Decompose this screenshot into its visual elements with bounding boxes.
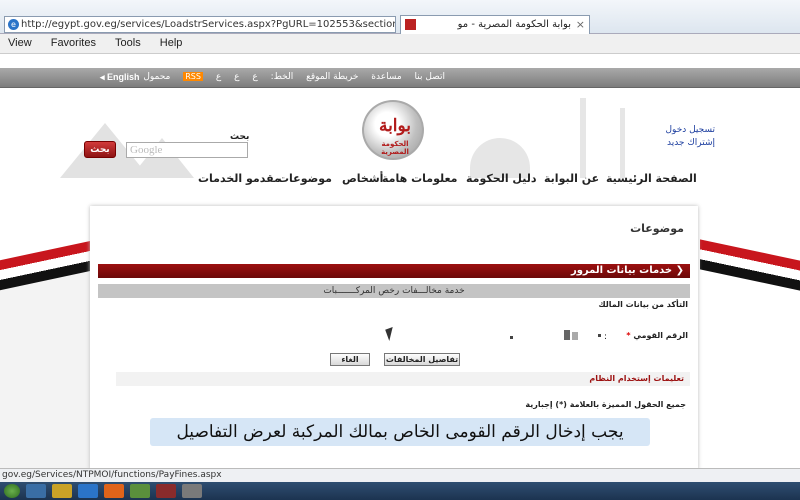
nav-gov-directory[interactable]: دليل الحكومة (466, 172, 537, 185)
search-button[interactable]: بحث (84, 141, 116, 158)
app-task-icon[interactable] (130, 484, 150, 498)
nav-important-info[interactable]: معلومات هامة (382, 172, 457, 185)
logo-text: بوابة (378, 116, 412, 136)
verify-owner-heading: التأكد من بيانات المالك (598, 300, 688, 309)
sitemap-link[interactable]: خريطة الموقع (306, 72, 358, 82)
page-title: موضوعات (630, 222, 684, 235)
left-decoration (0, 196, 90, 470)
browser-address-area: e http://egypt.gov.eg/services/LoadstrSe… (0, 0, 800, 34)
mobile-link[interactable]: محمول (143, 72, 170, 82)
ie-task-icon[interactable] (78, 484, 98, 498)
nav-persons[interactable]: أشخاص (342, 172, 383, 185)
browser-menubar: View Favorites Tools Help (0, 34, 800, 54)
required-fields-text: جميع الحقول المميزة بالعلامة (*) إجبارية (525, 400, 686, 409)
windows-taskbar (0, 482, 800, 500)
chevron-left-icon: ❮ (672, 265, 684, 276)
explorer-task-icon[interactable] (26, 484, 46, 498)
required-fields-note: جميع الحقول المميزة بالعلامة (*) إجبارية (525, 400, 686, 409)
contact-link[interactable]: اتصل بنا (415, 72, 445, 82)
national-id-label: الرقم القومي * (626, 331, 688, 340)
close-tab-icon[interactable]: × (576, 16, 585, 33)
search-label: بحث (230, 132, 250, 142)
minaret-decoration (620, 108, 625, 178)
ie-icon: e (8, 19, 19, 30)
cancel-button[interactable]: الغاء (330, 353, 370, 366)
nav-service-providers[interactable]: مقدمو الخدمات (198, 172, 281, 185)
folder-task-icon[interactable] (52, 484, 72, 498)
dot-marker (598, 334, 601, 337)
utility-links: اتصل بنا مساعدة خريطة الموقع الخط: ع ع ع… (143, 72, 450, 82)
section-header-bar[interactable]: ❮ خدمات بيانات المرور (98, 264, 690, 278)
menu-tools[interactable]: Tools (107, 34, 149, 49)
login-links: تسجيل دخول إشتراك جديد (660, 124, 716, 150)
nav-about[interactable]: عن البوابة (544, 172, 599, 185)
favicon-icon (405, 19, 416, 30)
masked-digit (572, 332, 578, 340)
url-bar[interactable]: e http://egypt.gov.eg/services/LoadstrSe… (4, 16, 396, 33)
tab-title: بوابة الحكومة المصرية - مو (457, 19, 571, 30)
field-colon: : (604, 332, 608, 342)
national-id-input[interactable] (510, 330, 596, 342)
required-star: * (626, 331, 631, 340)
help-link[interactable]: مساعدة (371, 72, 401, 82)
search-input[interactable]: Google (126, 142, 248, 158)
service-title-bar: خدمة مخالـــفات رخص المركـــــــبات (98, 284, 690, 298)
masked-digit (564, 330, 570, 340)
menu-favorites[interactable]: Favorites (43, 34, 104, 49)
national-id-label-text: الرقم القومي (633, 331, 688, 340)
start-button-icon[interactable] (4, 484, 20, 498)
login-link[interactable]: تسجيل دخول (660, 124, 716, 137)
main-nav: الصفحة الرئيسية عن البوابة دليل الحكومة … (0, 169, 800, 191)
section-title: خدمات بيانات المرور (570, 265, 673, 276)
english-link[interactable]: ◂ English (100, 72, 140, 83)
menu-help[interactable]: Help (152, 34, 191, 49)
app-task-icon[interactable] (182, 484, 202, 498)
url-text: http://egypt.gov.eg/services/LoadstrServ… (21, 19, 395, 30)
usage-instructions-link[interactable]: تعليمات إستخدام النظام (116, 372, 690, 386)
logo-subtext: الحكومة المصرية (381, 140, 409, 156)
nav-topics[interactable]: موضوعات (278, 172, 332, 185)
browser-status-bar: gov.eg/Services/NTPMOI/functions/PayFine… (0, 468, 800, 482)
font-large-link[interactable]: ع (216, 72, 221, 82)
video-caption: يجب إدخال الرقم القومى الخاص بمالك المرك… (150, 418, 650, 446)
font-label: الخط: (270, 72, 294, 82)
site-utility-bar: ◂ English اتصل بنا مساعدة خريطة الموقع ا… (0, 68, 800, 88)
masked-digit (510, 336, 513, 339)
nav-home[interactable]: الصفحة الرئيسية (606, 172, 697, 185)
menu-view[interactable]: View (0, 34, 40, 49)
firefox-task-icon[interactable] (104, 484, 124, 498)
font-medium-link[interactable]: ع (234, 72, 239, 82)
browser-tab[interactable]: بوابة الحكومة المصرية - مو × (400, 15, 590, 34)
font-small-link[interactable]: ع (252, 72, 257, 82)
violation-details-button[interactable]: تفاصيل المخالفات (384, 353, 460, 366)
minaret-decoration (580, 98, 586, 178)
portal-logo[interactable]: بوابة الحكومة المصرية (362, 100, 424, 160)
site-header: بوابة الحكومة المصرية بحث Google بحث تسج… (0, 88, 800, 196)
app-task-icon[interactable] (156, 484, 176, 498)
flag-stripe-right (700, 239, 800, 291)
rss-link[interactable]: RSS (183, 72, 203, 81)
register-link[interactable]: إشتراك جديد (660, 137, 715, 150)
